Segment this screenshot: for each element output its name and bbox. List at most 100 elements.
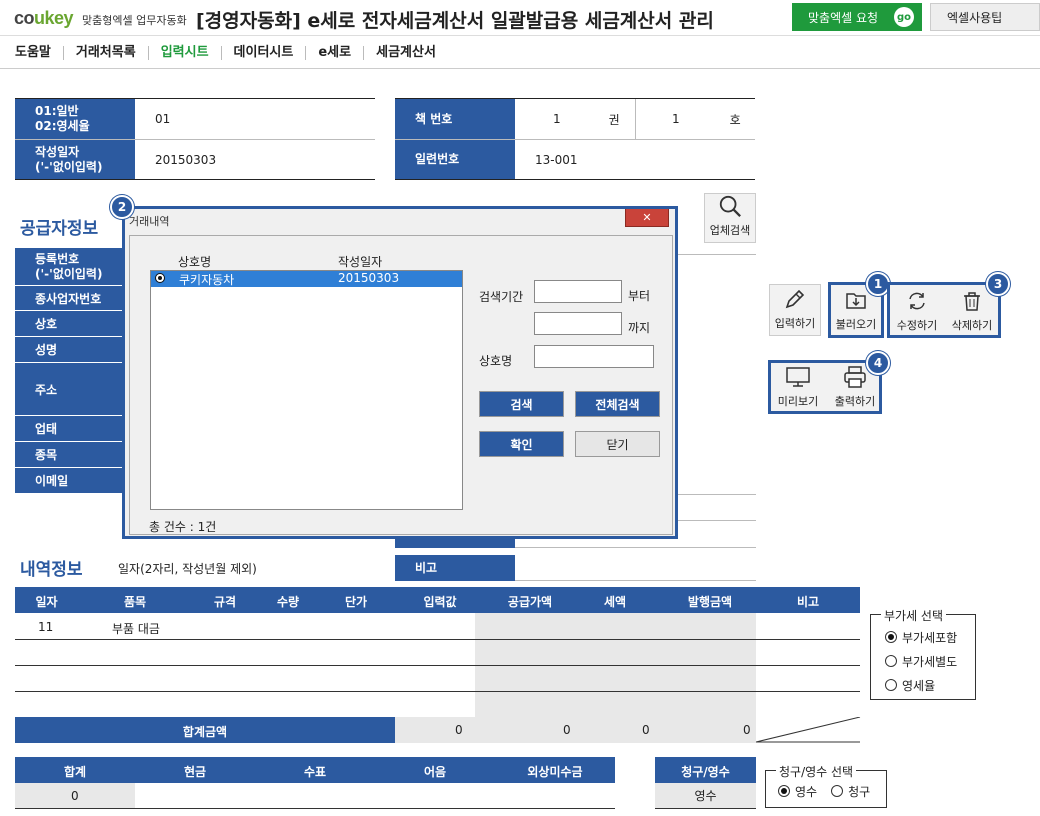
book-volume-field[interactable]: 1권 <box>515 99 635 139</box>
total-values-cell <box>395 717 756 743</box>
claim-option-receipt[interactable]: 영수 <box>778 779 817 803</box>
radio-unchecked-icon <box>885 679 897 691</box>
nav-help[interactable]: 도움말 <box>15 45 64 60</box>
vat-option-label: 부가세별도 <box>902 654 958 669</box>
vat-group-title: 부가세 선택 <box>881 607 947 624</box>
nav-input-sheet[interactable]: 입력시트 <box>149 45 222 60</box>
divider <box>515 580 756 581</box>
delete-button-label: 삭제하기 <box>951 319 993 332</box>
total-tax: 0 <box>642 723 650 737</box>
type-value[interactable]: 01 <box>135 99 375 139</box>
col-company-name: 상호명 <box>178 255 212 269</box>
transaction-list[interactable]: 쿠키자동차 20150303 <box>150 270 463 510</box>
serial-value[interactable]: 13-001 <box>515 140 755 179</box>
th-credit: 외상미수금 <box>527 765 583 779</box>
period-to-input[interactable] <box>534 312 622 335</box>
th-item: 품목 <box>123 595 147 609</box>
row-item[interactable]: 부품 대금 <box>112 620 160 637</box>
input-button[interactable]: 입력하기 <box>769 284 821 336</box>
th-cash: 현금 <box>183 765 207 779</box>
th-unit-price: 단가 <box>344 595 368 609</box>
owner-name-label: 성명 <box>15 337 123 363</box>
edit-button[interactable]: 수정하기 <box>891 285 943 335</box>
row-divider <box>15 691 860 692</box>
name-label: 상호명 <box>479 354 513 368</box>
input-button-label: 입력하기 <box>774 317 816 330</box>
dialog-close-icon[interactable]: ✕ <box>625 209 669 227</box>
logo-subtitle: 맞춤형엑셀 업무자동화 <box>82 14 187 27</box>
claim-option-invoice[interactable]: 청구 <box>831 779 870 803</box>
edit-delete-group: 수정하기 삭제하기 <box>887 282 1001 338</box>
company-name-input[interactable] <box>534 345 654 368</box>
row-divider <box>15 808 615 809</box>
th-input-value: 입력값 <box>423 595 457 609</box>
vat-option-zero-rate[interactable]: 영세율 <box>885 673 957 697</box>
nav-esero[interactable]: e세로 <box>306 45 365 60</box>
serial-label: 일련번호 <box>395 140 515 179</box>
company-search-button[interactable]: 업체검색 <box>704 193 756 243</box>
excel-tips-button[interactable]: 엑셀사용팁 <box>930 3 1040 31</box>
sum-value: 0 <box>71 789 79 803</box>
vat-option-include[interactable]: 부가세포함 <box>885 625 957 649</box>
trash-icon <box>964 292 980 311</box>
nav-tax-invoice[interactable]: 세금계산서 <box>364 45 448 60</box>
detail-note: 일자(2자리, 작성년월 제외) <box>118 562 257 576</box>
claim-option-label: 영수 <box>795 784 818 799</box>
divider <box>678 520 756 521</box>
close-button[interactable]: 닫기 <box>575 431 660 457</box>
field-label-fragment <box>395 539 515 548</box>
th-supply-amount: 공급가액 <box>507 595 553 609</box>
request-button-label: 맞춤엑셀 요청 <box>808 10 879 25</box>
diagonal-line <box>756 717 861 743</box>
list-item[interactable]: 쿠키자동차 20150303 <box>151 271 462 287</box>
business-item-label: 종목 <box>15 442 123 468</box>
preview-button[interactable]: 미리보기 <box>771 363 825 411</box>
remark-label: 비고 <box>395 555 515 581</box>
book-volume-unit: 권 <box>608 112 620 127</box>
preview-button-label: 미리보기 <box>777 395 819 408</box>
vat-option-label: 영세율 <box>902 678 936 693</box>
dialog-title: 거래내역 <box>129 215 170 228</box>
row-divider <box>15 665 860 666</box>
total-label: 합계금액 <box>182 725 228 739</box>
book-volume-value: 1 <box>553 112 561 126</box>
divider <box>678 254 756 255</box>
book-number-label: 책 번호 <box>395 99 515 139</box>
period-label: 검색기간 <box>479 290 524 304</box>
row-day[interactable]: 11 <box>38 620 53 634</box>
vat-option-exclude[interactable]: 부가세별도 <box>885 649 957 673</box>
claim-option-label: 청구 <box>848 784 871 799</box>
th-day: 일자 <box>35 595 58 609</box>
divider <box>515 547 756 548</box>
reg-number-label: 등록번호 ('-'없이입력) <box>15 248 123 286</box>
dialog-body: 상호명 작성일자 쿠키자동차 20150303 총 건수 : 1건 검색기간 부… <box>129 235 673 535</box>
book-number-unit: 호 <box>729 112 741 127</box>
refresh-icon <box>909 292 925 310</box>
to-label: 까지 <box>628 321 651 335</box>
th-qty: 수량 <box>276 595 300 609</box>
custom-excel-request-button[interactable]: 맞춤엑셀 요청 go <box>792 3 922 31</box>
col-date: 작성일자 <box>338 255 383 269</box>
company-search-label: 업체검색 <box>709 224 751 237</box>
radio-checked-icon <box>778 785 790 797</box>
claim-value: 영수 <box>655 783 756 808</box>
confirm-button[interactable]: 확인 <box>479 431 564 457</box>
search-all-button[interactable]: 전체검색 <box>575 391 660 417</box>
nav-client-list[interactable]: 거래처목록 <box>64 45 149 60</box>
nav-data-sheet[interactable]: 데이터시트 <box>222 45 307 60</box>
business-type-label: 업태 <box>15 416 123 442</box>
claim-option-group: 청구/영수 선택 영수 청구 <box>765 763 887 808</box>
book-number-field[interactable]: 1호 <box>636 99 756 139</box>
selected-radio-icon <box>155 273 165 283</box>
search-button[interactable]: 검색 <box>479 391 564 417</box>
company-name-label: 상호 <box>15 311 123 337</box>
period-from-input[interactable] <box>534 280 622 303</box>
vat-options: 부가세포함 부가세별도 영세율 <box>885 625 957 697</box>
main-nav: 도움말 거래처목록 입력시트 데이터시트 e세로 세금계산서 <box>0 37 1040 69</box>
divider <box>15 179 375 180</box>
total-supply-amount: 0 <box>563 723 571 737</box>
date-value[interactable]: 20150303 <box>135 140 375 179</box>
total-input-value: 0 <box>455 723 463 737</box>
list-item-date: 20150303 <box>338 271 400 285</box>
vat-option-label: 부가세포함 <box>902 630 958 645</box>
